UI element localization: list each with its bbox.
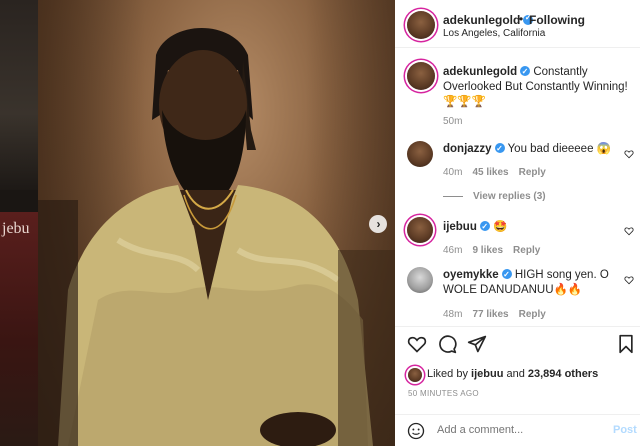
comment-item: donjazzy You bad dieeeee 😱	[443, 141, 623, 157]
verified-badge-icon	[501, 267, 512, 282]
chevron-right-icon: ›	[376, 217, 381, 231]
view-replies[interactable]: View replies (3)	[443, 191, 546, 202]
next-photo-button[interactable]: ›	[369, 215, 387, 233]
comment-text: You bad dieeeee 😱	[507, 143, 611, 155]
author-avatar[interactable]	[407, 11, 435, 39]
caption-username[interactable]: adekunlegold	[443, 66, 517, 78]
comment-list[interactable]: adekunlegold Constantly Overlooked But C…	[395, 49, 640, 326]
reply-button[interactable]: Reply	[519, 167, 546, 178]
follow-separator: •	[519, 12, 524, 26]
view-replies-label[interactable]: View replies (3)	[473, 191, 546, 202]
backdrop-text: jebu	[2, 220, 30, 237]
comment-meta: 40m 45 likes Reply	[443, 167, 546, 178]
post-photo[interactable]	[38, 0, 395, 446]
liker-avatar[interactable]	[408, 368, 422, 382]
comment-icon[interactable]	[437, 334, 457, 354]
comment-avatar[interactable]	[407, 141, 433, 167]
comment-meta: 46m 9 likes Reply	[443, 245, 540, 256]
comment-username[interactable]: donjazzy	[443, 143, 492, 155]
post-sidebar: adekunlegold • Following Los Angeles, Ca…	[395, 0, 640, 446]
heart-icon[interactable]	[624, 275, 634, 285]
comment-username[interactable]: oyemykke	[443, 269, 499, 281]
heart-icon[interactable]	[407, 334, 427, 354]
post-header: adekunlegold • Following Los Angeles, Ca…	[395, 0, 640, 48]
share-icon[interactable]	[467, 334, 487, 354]
following-button[interactable]: Following	[529, 13, 585, 27]
likes-prefix: Liked by	[427, 368, 472, 380]
comment-likes[interactable]: 77 likes	[472, 309, 508, 320]
emoji-icon[interactable]	[407, 422, 425, 440]
comment-time[interactable]: 46m	[443, 245, 462, 256]
comment-avatar[interactable]	[407, 217, 433, 243]
caption-avatar[interactable]	[407, 62, 435, 90]
post-comment-button[interactable]: Post	[613, 424, 637, 436]
heart-icon[interactable]	[624, 149, 634, 159]
replies-divider	[443, 195, 463, 197]
post-location[interactable]: Los Angeles, California	[443, 28, 545, 39]
caption-time[interactable]: 50m	[443, 116, 462, 127]
liker-username[interactable]: ijebuu	[471, 368, 503, 380]
comment-likes[interactable]: 9 likes	[472, 245, 503, 256]
comment-username[interactable]: ijebuu	[443, 221, 477, 233]
caption: adekunlegold Constantly Overlooked But C…	[443, 64, 633, 110]
verified-badge-icon	[479, 219, 490, 234]
comment-text: 🤩	[493, 221, 508, 233]
comment-input[interactable]	[437, 424, 597, 436]
comment-meta: 48m 77 likes Reply	[443, 309, 546, 320]
comment-item: oyemykke HIGH song yen. O WOLE DANUDANUU…	[443, 267, 618, 298]
reply-button[interactable]: Reply	[513, 245, 540, 256]
post-timestamp[interactable]: 50 MINUTES AGO	[408, 389, 479, 398]
add-comment-bar: Post	[395, 414, 640, 446]
photo-illustration	[38, 27, 395, 446]
comment-item: ijebuu 🤩	[443, 219, 623, 235]
verified-badge-icon	[494, 141, 505, 156]
likes-summary: Liked by ijebuu and 23,894 others	[427, 368, 598, 380]
bookmark-icon[interactable]	[617, 334, 635, 354]
comment-time[interactable]: 40m	[443, 167, 462, 178]
backdrop-top	[0, 0, 38, 190]
comment-time[interactable]: 48m	[443, 309, 462, 320]
backdrop-left: jebu	[0, 0, 38, 446]
backdrop-bottom: jebu	[0, 212, 38, 446]
reply-button[interactable]: Reply	[519, 309, 546, 320]
heart-icon[interactable]	[624, 226, 634, 236]
comment-likes[interactable]: 45 likes	[472, 167, 508, 178]
likes-count[interactable]: 23,894 others	[528, 368, 598, 380]
comment-avatar[interactable]	[407, 267, 433, 293]
verified-badge-icon	[520, 64, 531, 79]
likes-middle: and	[503, 368, 528, 380]
